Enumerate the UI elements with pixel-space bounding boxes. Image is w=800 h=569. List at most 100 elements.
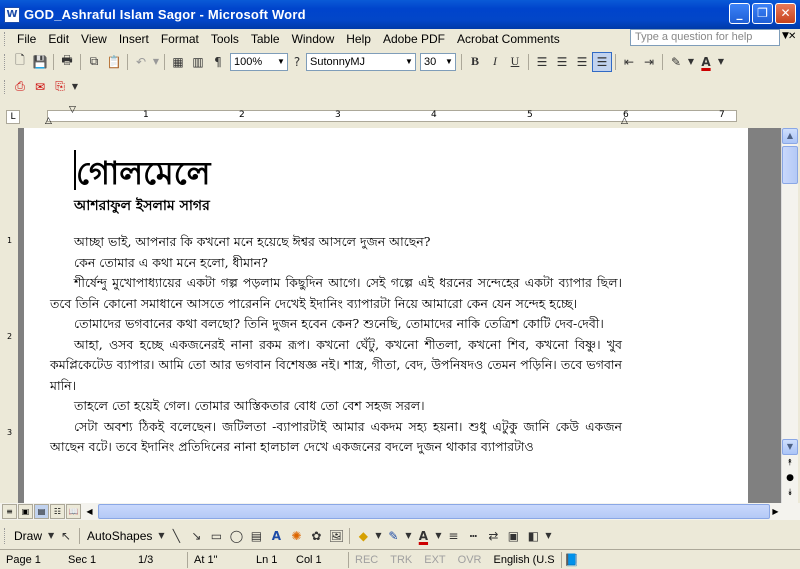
menu-help[interactable]: Help bbox=[340, 32, 377, 46]
fill-color-dropdown-icon[interactable]: ▼ bbox=[373, 526, 383, 546]
outline-view-icon[interactable]: ☷ bbox=[50, 504, 65, 519]
spelling-status-icon[interactable]: 📘 bbox=[562, 550, 582, 569]
restore-button[interactable]: ❐ bbox=[752, 3, 773, 24]
previous-page-icon[interactable]: ⯭ bbox=[785, 458, 795, 468]
wordart-icon[interactable]: A bbox=[266, 526, 286, 546]
web-layout-icon[interactable]: ▣ bbox=[18, 504, 33, 519]
scroll-up-icon[interactable]: ▲ bbox=[782, 128, 798, 144]
select-objects-icon[interactable]: ↖ bbox=[56, 526, 76, 546]
print-icon[interactable]: 🖶 bbox=[57, 52, 77, 72]
decrease-indent-icon[interactable]: ⇤ bbox=[619, 52, 639, 72]
print-layout-icon[interactable]: ▤ bbox=[34, 504, 49, 519]
close-button[interactable]: ✕ bbox=[775, 3, 796, 24]
status-trk[interactable]: TRK bbox=[384, 554, 418, 566]
paragraph[interactable]: তোমাদের ভগবানের কথা বলছো? তিনি দুজন হবেন… bbox=[50, 314, 622, 335]
rectangle-icon[interactable]: ▭ bbox=[206, 526, 226, 546]
reading-layout-icon[interactable]: 📖 bbox=[66, 504, 81, 519]
horizontal-scrollbar[interactable]: ≡ ▣ ▤ ☷ 📖 ◀ ▶ bbox=[0, 503, 800, 520]
underline-button[interactable]: U bbox=[505, 52, 525, 72]
paragraph[interactable]: আহা, ওসব হচ্ছে একজনেরই নানা রকম রূপ। কখন… bbox=[50, 335, 622, 397]
line-color-dropdown-icon[interactable]: ▼ bbox=[403, 526, 413, 546]
align-center-icon[interactable]: ☰ bbox=[552, 52, 572, 72]
draw-menu-button[interactable]: Draw bbox=[10, 529, 46, 543]
dash-style-icon[interactable]: ┅ bbox=[463, 526, 483, 546]
vertical-ruler[interactable]: 1 2 3 bbox=[4, 128, 18, 503]
paragraph[interactable]: সেটা অবশ্য ঠিকই বলেছেন। জটিলতা -ব্যাপারট… bbox=[50, 417, 622, 458]
autoshapes-dropdown-icon[interactable]: ▼ bbox=[156, 526, 166, 546]
tab-selector[interactable]: L bbox=[6, 110, 20, 124]
status-ext[interactable]: EXT bbox=[418, 554, 451, 566]
shadow-style-icon[interactable]: ▣ bbox=[503, 526, 523, 546]
font-color-icon[interactable]: A bbox=[696, 52, 716, 72]
font-color-icon[interactable]: A bbox=[413, 526, 433, 546]
horizontal-scroll-thumb[interactable] bbox=[98, 504, 770, 519]
word-app-icon[interactable]: W bbox=[4, 6, 20, 23]
toolbar-grip[interactable] bbox=[4, 79, 7, 94]
toolbar-grip[interactable] bbox=[4, 527, 7, 544]
menu-table[interactable]: Table bbox=[245, 32, 286, 46]
document-page[interactable]: গোলমেলে আশরাফুল ইসলাম সাগর আচ্ছা ভাই, আপ… bbox=[24, 128, 748, 503]
show-hide-icon[interactable]: ¶ bbox=[208, 52, 228, 72]
increase-indent-icon[interactable]: ⇥ bbox=[639, 52, 659, 72]
paragraph[interactable]: আচ্ছা ভাই, আপনার কি কখনো মনে হয়েছে ঈশ্ব… bbox=[50, 232, 622, 253]
first-line-indent-marker[interactable]: ▽ bbox=[69, 105, 76, 115]
bold-button[interactable]: B bbox=[465, 52, 485, 72]
picture-icon[interactable]: 🖼 bbox=[326, 526, 346, 546]
status-language[interactable]: English (U.S bbox=[487, 554, 560, 566]
menu-tools[interactable]: Tools bbox=[205, 32, 245, 46]
menu-file[interactable]: File bbox=[11, 32, 42, 46]
help-icon[interactable]: ? bbox=[290, 52, 304, 72]
autoshapes-menu-button[interactable]: AutoShapes bbox=[83, 529, 156, 543]
document-body[interactable]: আচ্ছা ভাই, আপনার কি কখনো মনে হয়েছে ঈশ্ব… bbox=[50, 232, 622, 458]
ruler-track[interactable] bbox=[47, 110, 737, 122]
scroll-thumb[interactable] bbox=[782, 146, 798, 184]
arrow-icon[interactable]: ↘ bbox=[186, 526, 206, 546]
line-color-icon[interactable]: ✎ bbox=[383, 526, 403, 546]
menu-window[interactable]: Window bbox=[286, 32, 341, 46]
fill-color-icon[interactable]: ◆ bbox=[353, 526, 373, 546]
status-rec[interactable]: REC bbox=[349, 554, 384, 566]
toolbar-options-icon[interactable]: ▼ bbox=[543, 526, 553, 546]
menu-adobe-pdf[interactable]: Adobe PDF bbox=[377, 32, 451, 46]
zoom-select[interactable]: 100% ▼ bbox=[230, 52, 288, 71]
draw-dropdown-icon[interactable]: ▼ bbox=[46, 526, 56, 546]
undo-icon[interactable]: ↶ bbox=[131, 52, 151, 72]
vertical-scrollbar[interactable]: ▲ ▼ ⯭ ● ⯯ bbox=[781, 128, 798, 503]
paragraph[interactable]: শীর্ষেন্দু মুখোপাধ্যায়ের একটা গল্প পড়ল… bbox=[50, 273, 622, 314]
paragraph[interactable]: কেন তোমার এ কথা মনে হলো, ধীমান? bbox=[50, 253, 622, 274]
scroll-left-icon[interactable]: ◀ bbox=[82, 504, 97, 519]
new-document-icon[interactable]: 🗋 bbox=[10, 52, 30, 72]
text-box-icon[interactable]: ▤ bbox=[246, 526, 266, 546]
next-page-icon[interactable]: ⯯ bbox=[785, 488, 795, 498]
diagram-icon[interactable]: ✺ bbox=[286, 526, 306, 546]
align-right-icon[interactable]: ☰ bbox=[572, 52, 592, 72]
normal-view-icon[interactable]: ≡ bbox=[2, 504, 17, 519]
save-icon[interactable]: 💾 bbox=[30, 52, 50, 72]
scroll-down-icon[interactable]: ▼ bbox=[782, 439, 798, 455]
highlight-icon[interactable]: ✎ bbox=[666, 52, 686, 72]
menu-insert[interactable]: Insert bbox=[113, 32, 155, 46]
copy-icon[interactable]: ⧉ bbox=[84, 52, 104, 72]
3d-style-icon[interactable]: ◧ bbox=[523, 526, 543, 546]
status-ovr[interactable]: OVR bbox=[452, 554, 488, 566]
menu-edit[interactable]: Edit bbox=[42, 32, 75, 46]
line-style-icon[interactable]: ≡ bbox=[443, 526, 463, 546]
font-color-dropdown-icon[interactable]: ▼ bbox=[433, 526, 443, 546]
line-icon[interactable]: ╲ bbox=[166, 526, 186, 546]
document-author[interactable]: আশরাফুল ইসলাম সাগর bbox=[74, 194, 210, 218]
toolbar-grip[interactable] bbox=[4, 53, 7, 70]
pdf-convert-icon[interactable]: ⎙ bbox=[10, 77, 30, 97]
menu-acrobat-comments[interactable]: Acrobat Comments bbox=[451, 32, 566, 46]
font-color-dropdown-icon[interactable]: ▼ bbox=[716, 52, 726, 72]
columns-icon[interactable]: ▥ bbox=[188, 52, 208, 72]
pdf-email-icon[interactable]: ✉ bbox=[30, 77, 50, 97]
menu-format[interactable]: Format bbox=[155, 32, 205, 46]
menu-view[interactable]: View bbox=[75, 32, 113, 46]
minimize-button[interactable]: _ bbox=[729, 3, 750, 24]
font-select[interactable]: SutonnyMJ ▼ bbox=[306, 52, 416, 71]
document-close-icon[interactable]: ✕ bbox=[788, 31, 796, 42]
undo-dropdown-icon[interactable]: ▼ bbox=[151, 52, 161, 72]
highlight-dropdown-icon[interactable]: ▼ bbox=[686, 52, 696, 72]
align-left-icon[interactable]: ☰ bbox=[532, 52, 552, 72]
toolbar-grip[interactable] bbox=[4, 32, 7, 46]
